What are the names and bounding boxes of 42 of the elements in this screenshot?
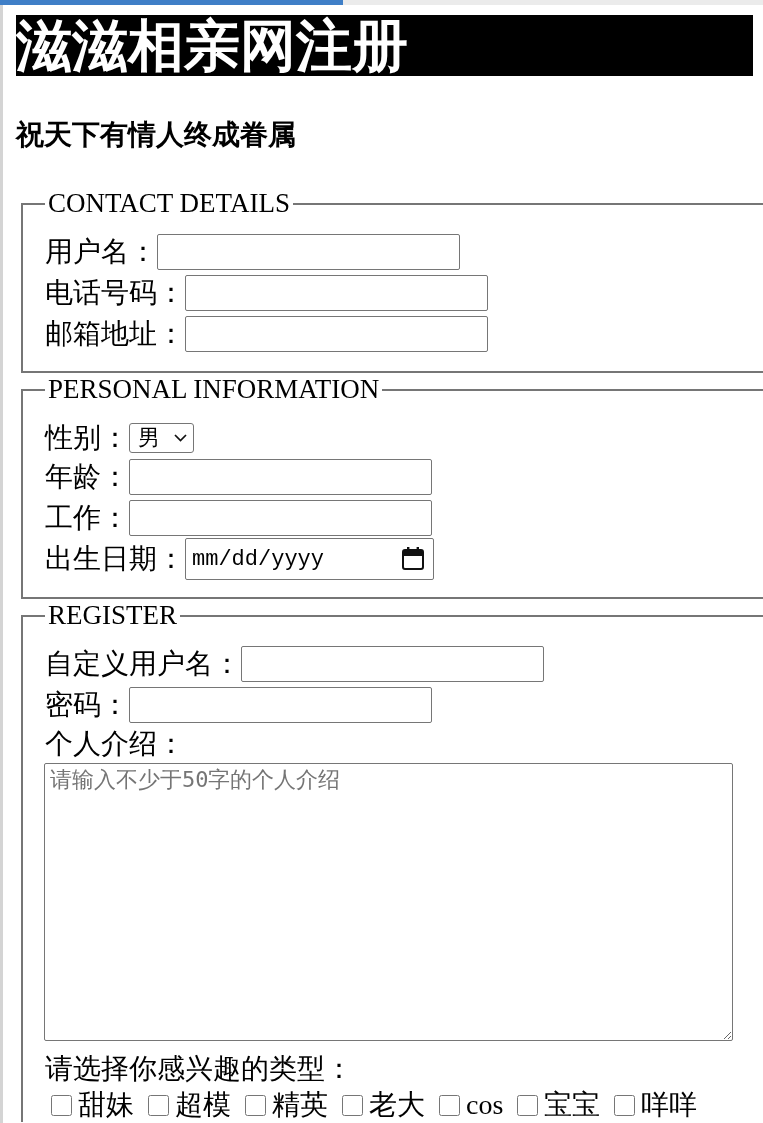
dropdown-select[interactable]: 男 <box>129 423 194 453</box>
field-label: 密码： <box>45 687 129 722</box>
checkbox[interactable] <box>51 1094 72 1116</box>
section-legend: CONTACT DETAILS <box>45 190 293 217</box>
checkbox-label: 甜妹 <box>78 1088 134 1122</box>
field-label: 电话号码： <box>45 275 185 310</box>
checkbox-label: 宝宝 <box>544 1088 601 1122</box>
text-input[interactable] <box>157 233 460 270</box>
field-label: 邮箱地址： <box>45 316 185 351</box>
checkbox[interactable] <box>245 1094 266 1116</box>
field-label: 自定义用户名： <box>45 646 241 681</box>
date-input[interactable]: mm/dd/yyyy <box>185 538 434 580</box>
field-label: 出生日期： <box>45 542 185 576</box>
field-label: 性别： <box>45 421 129 455</box>
checkbox[interactable] <box>614 1094 636 1116</box>
text-input[interactable] <box>129 458 432 495</box>
field-label: 请选择你感兴趣的类型： <box>45 1052 354 1086</box>
checkbox-label: 老大 <box>369 1088 425 1122</box>
text-input[interactable] <box>129 499 432 536</box>
checkbox-label: 精英 <box>272 1088 328 1122</box>
text-input[interactable] <box>185 315 488 352</box>
field-label: 个人介绍： <box>45 727 186 761</box>
field-label: 工作： <box>45 500 129 535</box>
field-label: 年龄： <box>45 459 129 494</box>
checkbox-label: 超模 <box>175 1088 231 1122</box>
text-input[interactable] <box>241 645 544 682</box>
checkbox[interactable] <box>148 1094 169 1116</box>
field-label: 用户名： <box>45 234 157 269</box>
password-input[interactable] <box>129 686 432 723</box>
calendar-icon <box>402 547 424 570</box>
checkbox[interactable] <box>342 1094 363 1116</box>
chevron-down-icon <box>174 434 187 442</box>
checkbox[interactable] <box>517 1094 539 1116</box>
text-input[interactable] <box>185 274 488 311</box>
section-legend: PERSONAL INFORMATION <box>45 376 383 403</box>
checkbox-label: 咩咩 <box>641 1088 698 1122</box>
section-legend: REGISTER <box>45 602 180 629</box>
textarea-field[interactable]: 请输入不少于50字的个人介绍 <box>44 763 733 1041</box>
checkbox-label: cos <box>466 1088 504 1122</box>
tagline-text: 祝天下有情人终成眷属 <box>16 118 297 152</box>
page-title: 滋滋相亲网注册 <box>16 15 753 76</box>
checkbox[interactable] <box>439 1094 460 1116</box>
